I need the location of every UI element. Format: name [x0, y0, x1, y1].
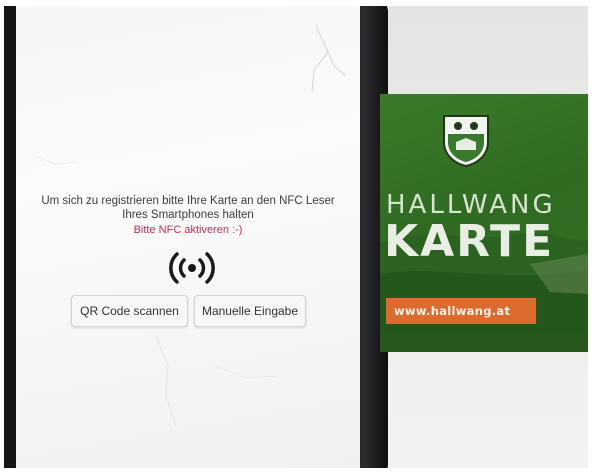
- card-title-bottom: KARTE: [384, 216, 555, 267]
- municipality-crest-icon: [443, 115, 489, 168]
- photo: Um sich zu registrieren bitte Ihre Karte…: [4, 6, 588, 468]
- registration-text-line1: Um sich zu registrieren bitte Ihre Karte…: [41, 195, 335, 207]
- nfc-hint: Bitte NFC aktiveren :-): [133, 224, 243, 236]
- manual-entry-button[interactable]: Manuelle Eingabe: [194, 295, 306, 327]
- card-bottom-strip: [380, 332, 588, 352]
- registration-text-line2: Ihres Smartphones halten: [122, 209, 254, 221]
- qr-code-scan-button[interactable]: QR Code scannen: [71, 295, 188, 327]
- hallwang-card: HALLWANG KARTE www.hallwang.at: [380, 94, 588, 352]
- card-url: www.hallwang.at: [386, 298, 536, 324]
- nfc-signal-icon: [169, 252, 215, 284]
- screen-crack: [35, 25, 347, 427]
- phone-screen: Um sich zu registrieren bitte Ihre Karte…: [16, 6, 360, 468]
- registration-instructions: Um sich zu registrieren bitte Ihre Karte…: [16, 194, 360, 222]
